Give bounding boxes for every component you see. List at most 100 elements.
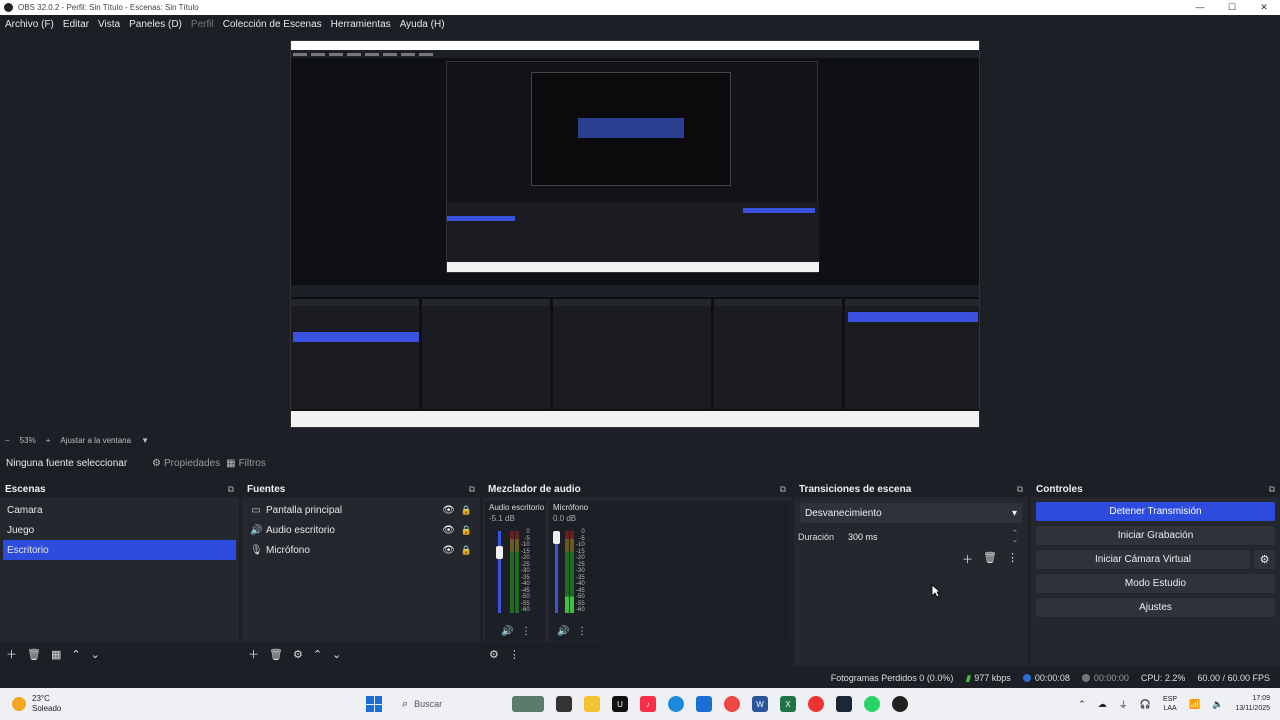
scene-item-camara[interactable]: Camara bbox=[0, 500, 239, 520]
obs-taskbar-icon[interactable] bbox=[892, 696, 908, 712]
sources-title: Fuentes bbox=[247, 483, 286, 495]
zoom-in-button[interactable]: + bbox=[46, 436, 51, 445]
eye-icon[interactable]: 👁 bbox=[442, 545, 455, 556]
scene-item-juego[interactable]: Juego bbox=[0, 520, 239, 540]
trash-icon[interactable]: 🗑 bbox=[983, 551, 997, 567]
preview-area[interactable] bbox=[0, 33, 1280, 433]
music-app-icon[interactable]: ♪ bbox=[640, 696, 656, 712]
taskbar-search[interactable]: ⌕ Buscar bbox=[398, 693, 506, 715]
minimize-button[interactable]: — bbox=[1184, 0, 1216, 15]
chevron-up-icon[interactable]: ⌃ bbox=[1078, 699, 1086, 710]
gear-icon[interactable]: ⚙ bbox=[1254, 550, 1275, 569]
chrome-icon[interactable] bbox=[724, 696, 740, 712]
arrow-up-icon[interactable]: ⌃ bbox=[71, 648, 80, 661]
volume-icon[interactable]: 🔈 bbox=[1212, 699, 1223, 710]
wifi-icon[interactable]: 📶 bbox=[1189, 699, 1200, 710]
undock-icon[interactable]: ⧉ bbox=[469, 484, 475, 495]
lock-icon[interactable]: 🔒 bbox=[461, 525, 472, 536]
more-options-icon[interactable]: ⋮ bbox=[521, 626, 531, 637]
close-button[interactable]: ✕ bbox=[1248, 0, 1280, 15]
whatsapp-icon[interactable] bbox=[864, 696, 880, 712]
undock-icon[interactable]: ⧉ bbox=[1269, 484, 1275, 495]
source-label: Pantalla principal bbox=[266, 504, 343, 516]
menu-paneles[interactable]: Paneles (D) bbox=[129, 19, 182, 30]
trash-icon[interactable]: 🗑 bbox=[269, 648, 283, 661]
weather-widget[interactable]: 23°C Soleado bbox=[0, 694, 200, 714]
zoom-out-button[interactable]: − bbox=[5, 436, 10, 445]
scenes-title: Escenas bbox=[5, 483, 46, 495]
menu-vista[interactable]: Vista bbox=[98, 19, 120, 30]
arrow-up-icon[interactable]: ⌃ bbox=[313, 648, 322, 661]
maximize-button[interactable]: ☐ bbox=[1216, 0, 1248, 15]
filters-label: Filtros bbox=[238, 457, 266, 469]
studio-mode-button[interactable]: Modo Estudio bbox=[1036, 574, 1275, 593]
chevron-down-icon[interactable]: ▼ bbox=[141, 436, 149, 445]
settings-button[interactable]: Ajustes bbox=[1036, 598, 1275, 617]
spinner-icon[interactable]: ⌃ ⌄ bbox=[1012, 530, 1022, 544]
gear-icon[interactable]: ⚙ bbox=[293, 648, 303, 661]
menu-archivo[interactable]: Archivo (F) bbox=[5, 19, 54, 30]
menu-ayuda[interactable]: Ayuda (H) bbox=[400, 19, 445, 30]
arrow-down-icon[interactable]: ⌄ bbox=[332, 648, 341, 661]
speaker-icon[interactable]: 🔊 bbox=[557, 626, 569, 637]
file-explorer-icon[interactable] bbox=[584, 696, 600, 712]
menu-bar: Archivo (F) Editar Vista Paneles (D) Per… bbox=[0, 15, 1280, 33]
source-item[interactable]: ▭ Pantalla principal 👁 🔒 bbox=[242, 500, 480, 520]
bitrate-value: 977 kbps bbox=[974, 673, 1011, 683]
edge-browser-icon[interactable] bbox=[668, 696, 684, 712]
eye-icon[interactable]: 👁 bbox=[442, 505, 455, 516]
usb-icon[interactable]: ⏚ bbox=[1119, 698, 1128, 711]
transition-tools: ＋ 🗑 ⋮ bbox=[962, 551, 1018, 567]
transition-select[interactable]: Desvanecimiento ▾ bbox=[800, 503, 1022, 523]
menu-perfil[interactable]: Perfil bbox=[191, 19, 214, 30]
speaker-icon[interactable]: 🔊 bbox=[501, 626, 513, 637]
add-icon[interactable]: ＋ bbox=[6, 646, 17, 662]
stop-stream-button[interactable]: Detener Transmisión bbox=[1036, 502, 1275, 521]
task-view-icon[interactable] bbox=[556, 696, 572, 712]
menu-herramientas[interactable]: Herramientas bbox=[331, 19, 391, 30]
volume-knob[interactable] bbox=[553, 531, 560, 544]
cloud-icon[interactable]: ☁ bbox=[1098, 699, 1107, 710]
windows-start-icon[interactable] bbox=[366, 696, 382, 712]
add-icon[interactable]: ＋ bbox=[248, 646, 259, 662]
volume-knob[interactable] bbox=[496, 546, 503, 559]
advanced-audio-icon[interactable]: ⚙ bbox=[489, 648, 499, 661]
lock-icon[interactable]: 🔒 bbox=[461, 545, 472, 556]
scene-item-escritorio[interactable]: Escritorio bbox=[3, 540, 236, 560]
zoom-fit-dropdown[interactable]: Ajustar a la ventana bbox=[60, 436, 131, 445]
source-item[interactable]: 🔊 Audio escritorio 👁 🔒 bbox=[242, 520, 480, 540]
uwe-app-icon[interactable]: U bbox=[612, 696, 628, 712]
more-options-icon[interactable]: ⋮ bbox=[509, 648, 520, 661]
eye-icon[interactable]: 👁 bbox=[442, 525, 455, 536]
excel-icon[interactable]: X bbox=[780, 696, 796, 712]
properties-button[interactable]: ⚙ Propiedades bbox=[152, 458, 220, 469]
menu-editar[interactable]: Editar bbox=[63, 19, 89, 30]
source-item[interactable]: 🎙 Micrófono 👁 🔒 bbox=[242, 540, 480, 560]
clock[interactable]: 17:09 13/11/2025 bbox=[1235, 694, 1270, 714]
more-options-icon[interactable]: ⋮ bbox=[1007, 551, 1018, 567]
preview-canvas[interactable] bbox=[290, 40, 980, 428]
start-recording-button[interactable]: Iniciar Grabación bbox=[1036, 526, 1275, 545]
undock-icon[interactable]: ⧉ bbox=[228, 484, 234, 495]
filters-button[interactable]: ▦ Filtros bbox=[226, 458, 266, 469]
filter-icon[interactable]: ▦ bbox=[51, 648, 61, 661]
mixer-empty-area bbox=[600, 501, 790, 642]
menu-coleccion-escenas[interactable]: Colección de Escenas bbox=[223, 19, 322, 30]
store-icon[interactable] bbox=[696, 696, 712, 712]
word-icon[interactable]: W bbox=[752, 696, 768, 712]
arrow-down-icon[interactable]: ⌄ bbox=[91, 648, 100, 661]
trash-icon[interactable]: 🗑 bbox=[27, 648, 41, 661]
acrobat-icon[interactable] bbox=[808, 696, 824, 712]
more-options-icon[interactable]: ⋮ bbox=[577, 626, 587, 637]
widgets-icon[interactable] bbox=[512, 696, 544, 712]
language-indicator[interactable]: ESP LAA bbox=[1163, 695, 1177, 713]
start-virtual-cam-button[interactable]: Iniciar Cámara Virtual bbox=[1036, 550, 1250, 569]
duration-input[interactable]: 300 ms ⌃ ⌄ bbox=[840, 529, 1022, 545]
lock-icon[interactable]: 🔒 bbox=[461, 505, 472, 516]
headset-icon[interactable]: 🎧 bbox=[1140, 699, 1151, 710]
add-icon[interactable]: ＋ bbox=[962, 551, 973, 567]
volume-slider[interactable] bbox=[498, 531, 501, 613]
undock-icon[interactable]: ⧉ bbox=[1017, 484, 1023, 495]
undock-icon[interactable]: ⧉ bbox=[780, 484, 786, 495]
steam-icon[interactable] bbox=[836, 696, 852, 712]
